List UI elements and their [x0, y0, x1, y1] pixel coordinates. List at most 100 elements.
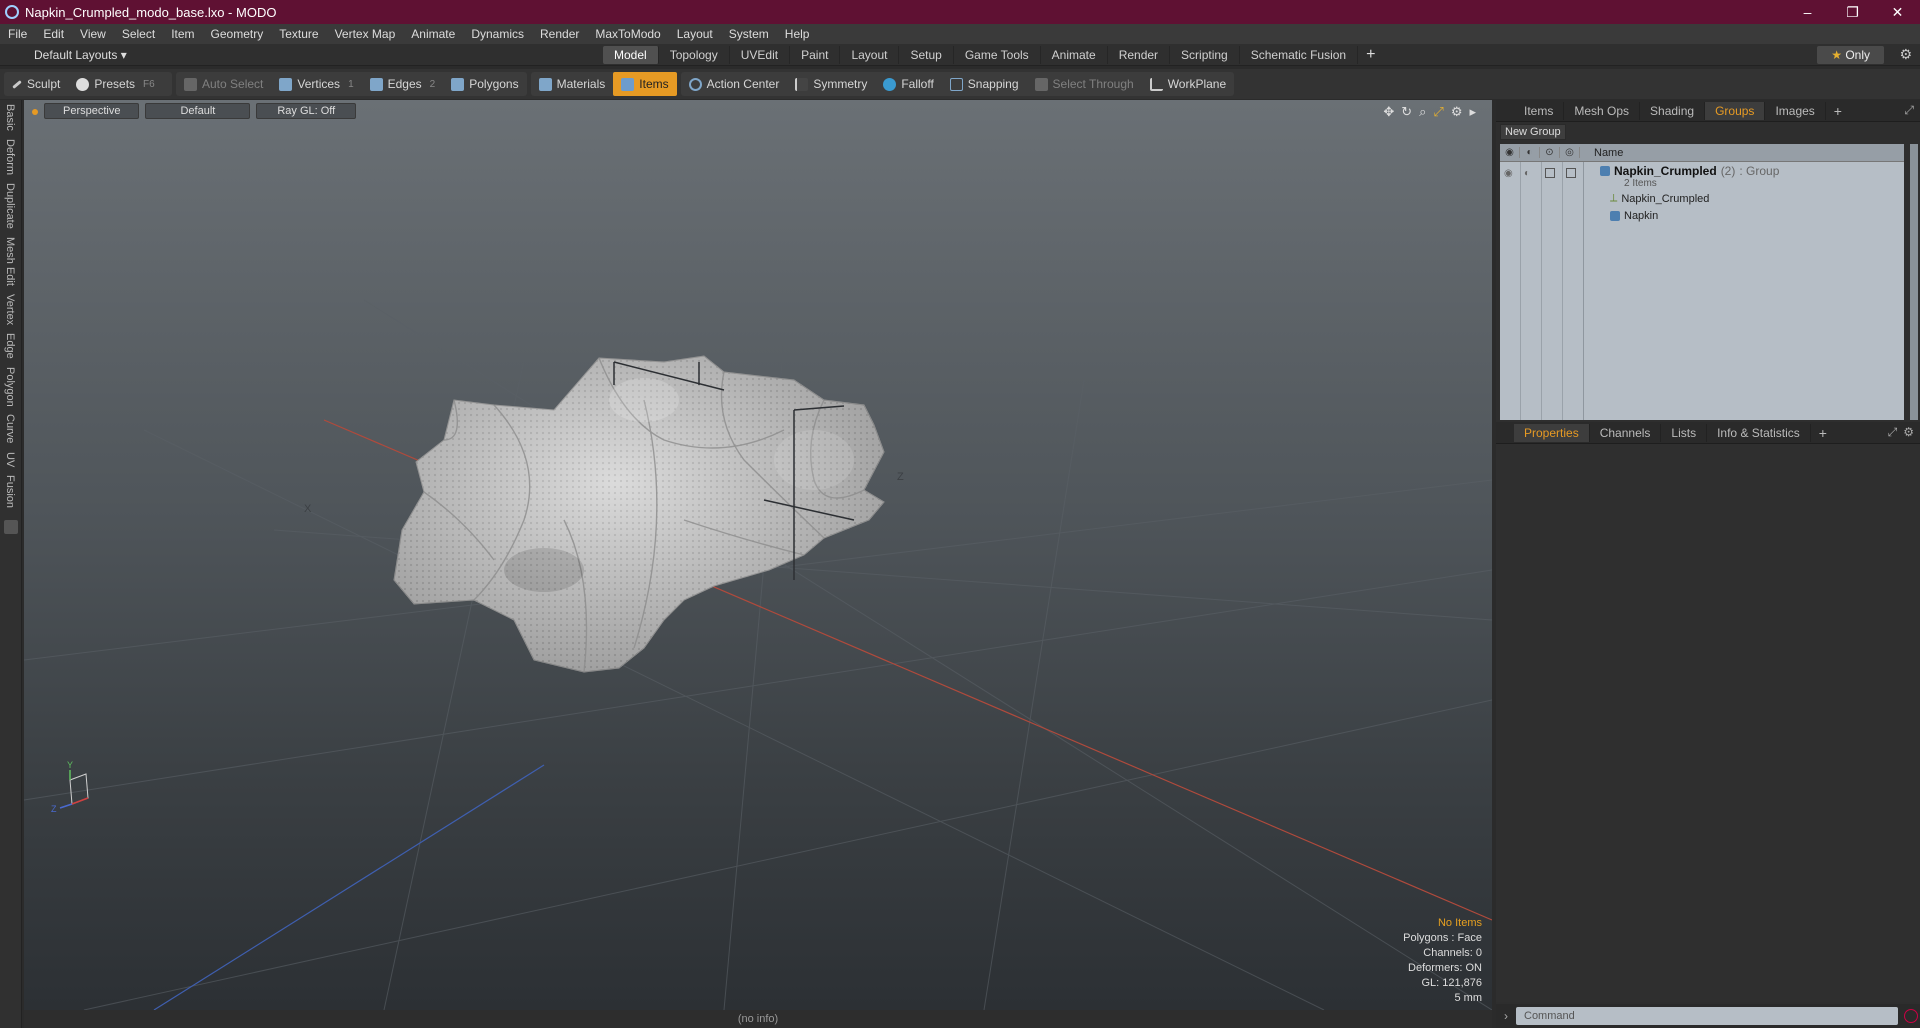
- menu-system[interactable]: System: [721, 24, 777, 44]
- view-type-dropdown[interactable]: Perspective: [44, 103, 140, 119]
- tab-uvedit[interactable]: UVEdit: [730, 46, 791, 64]
- menu-help[interactable]: Help: [777, 24, 818, 44]
- tab-schematic-fusion[interactable]: Schematic Fusion: [1240, 46, 1359, 64]
- tab-render[interactable]: Render: [1108, 46, 1171, 64]
- vertices-button[interactable]: Vertices 1: [271, 72, 361, 96]
- presets-button[interactable]: Presets F6: [68, 72, 162, 96]
- tab-shading[interactable]: Shading: [1640, 101, 1706, 120]
- tab-paint[interactable]: Paint: [790, 46, 841, 64]
- menu-edit[interactable]: Edit: [35, 24, 72, 44]
- fit-icon[interactable]: ⤢: [1433, 104, 1443, 120]
- tab-game-tools[interactable]: Game Tools: [954, 46, 1041, 64]
- falloff-button[interactable]: Falloff: [875, 72, 941, 96]
- menu-maxtomodo[interactable]: MaxToModo: [587, 24, 668, 44]
- minimize-button[interactable]: –: [1785, 0, 1830, 24]
- tab-deform[interactable]: Deform: [4, 135, 16, 179]
- add-panel-tab-button[interactable]: +: [1826, 103, 1850, 119]
- viewport-expand-icon[interactable]: ▸: [1469, 104, 1476, 120]
- symmetry-button[interactable]: Symmetry: [787, 72, 875, 96]
- gear-icon[interactable]: ⚙: [1899, 46, 1912, 63]
- menu-layout[interactable]: Layout: [669, 24, 721, 44]
- tab-images[interactable]: Images: [1765, 101, 1826, 120]
- tab-curve[interactable]: Curve: [4, 410, 16, 447]
- tab-info-statistics[interactable]: Info & Statistics: [1707, 423, 1811, 442]
- menu-item[interactable]: Item: [163, 24, 202, 44]
- sculpt-button[interactable]: Sculpt: [4, 72, 68, 96]
- add-bottom-tab-button[interactable]: +: [1811, 425, 1835, 441]
- layout-selector[interactable]: Default Layouts ▾: [34, 48, 127, 62]
- panel-expand-icon[interactable]: ⤢: [1904, 103, 1914, 118]
- tab-model[interactable]: Model: [603, 46, 659, 64]
- select-column-icon[interactable]: ◎: [1560, 147, 1580, 158]
- tab-mesh-ops[interactable]: Mesh Ops: [1564, 101, 1641, 120]
- new-group-button[interactable]: New Group: [1500, 124, 1566, 140]
- close-button[interactable]: ✕: [1875, 0, 1920, 24]
- tab-fusion[interactable]: Fusion: [4, 471, 16, 512]
- bottom-expand-icon[interactable]: ⤢: [1888, 425, 1898, 440]
- items-button[interactable]: Items: [613, 72, 677, 96]
- tab-scripting[interactable]: Scripting: [1170, 46, 1240, 64]
- snapping-button[interactable]: Snapping: [942, 72, 1027, 96]
- menu-geometry[interactable]: Geometry: [203, 24, 272, 44]
- tab-vertex[interactable]: Vertex: [4, 290, 16, 329]
- viewport-options-icon[interactable]: [32, 109, 38, 115]
- menu-render[interactable]: Render: [532, 24, 587, 44]
- deformers-stat: Deformers: ON: [1408, 962, 1482, 974]
- materials-button[interactable]: Materials: [531, 72, 614, 96]
- tab-mesh-edit[interactable]: Mesh Edit: [4, 233, 16, 290]
- tab-duplicate[interactable]: Duplicate: [4, 179, 16, 233]
- group-visibility-eye-icon[interactable]: ◉: [1504, 168, 1513, 179]
- modo-logo-icon: [5, 5, 19, 19]
- zoom-icon[interactable]: ⌕: [1419, 104, 1426, 120]
- tab-lists[interactable]: Lists: [1661, 423, 1708, 442]
- select-through-button[interactable]: Select Through: [1027, 72, 1142, 96]
- restore-button[interactable]: ❐: [1830, 0, 1875, 24]
- list-item-napkin-mesh[interactable]: Napkin: [1610, 210, 1658, 222]
- edges-button[interactable]: Edges 2: [362, 72, 444, 96]
- auto-select-button[interactable]: Auto Select: [176, 72, 271, 96]
- polygons-button[interactable]: Polygons: [443, 72, 526, 96]
- group-select-checkbox[interactable]: [1566, 168, 1576, 178]
- pan-icon[interactable]: ✥: [1383, 104, 1394, 120]
- menu-dynamics[interactable]: Dynamics: [463, 24, 532, 44]
- tab-layout[interactable]: Layout: [840, 46, 900, 64]
- stop-icon[interactable]: [1904, 1009, 1918, 1023]
- visibility-column-icon[interactable]: ◉: [1500, 147, 1520, 158]
- workplane-button[interactable]: WorkPlane: [1142, 72, 1234, 96]
- action-center-button[interactable]: Action Center: [681, 72, 788, 96]
- tab-topology[interactable]: Topology: [659, 46, 730, 64]
- viewport-settings-icon[interactable]: ⚙: [1451, 104, 1463, 120]
- groups-scrollbar[interactable]: [1910, 144, 1918, 420]
- raygl-dropdown[interactable]: Ray GL: Off: [256, 103, 357, 119]
- tab-edge[interactable]: Edge: [4, 329, 16, 363]
- menu-file[interactable]: File: [0, 24, 35, 44]
- bottom-settings-icon[interactable]: ⚙: [1903, 425, 1914, 440]
- tab-polygon[interactable]: Polygon: [4, 363, 16, 411]
- menu-vertex-map[interactable]: Vertex Map: [327, 24, 404, 44]
- tab-animate[interactable]: Animate: [1041, 46, 1108, 64]
- rotate-icon[interactable]: ↻: [1401, 104, 1412, 120]
- tab-groups[interactable]: Groups: [1705, 101, 1766, 120]
- command-input[interactable]: Command: [1516, 1007, 1898, 1025]
- tab-setup[interactable]: Setup: [899, 46, 954, 64]
- only-toggle[interactable]: ★ Only: [1817, 46, 1884, 64]
- tab-uv[interactable]: UV: [4, 448, 16, 471]
- group-render-icon[interactable]: ◐: [1524, 168, 1530, 179]
- group-lock-checkbox[interactable]: [1545, 168, 1555, 178]
- list-item-napkin-crumpled-locator[interactable]: ⟂ Napkin_Crumpled: [1610, 192, 1709, 205]
- menu-texture[interactable]: Texture: [271, 24, 326, 44]
- tab-items[interactable]: Items: [1514, 101, 1565, 120]
- group-row-napkin-crumpled[interactable]: Napkin_Crumpled (2) : Group: [1600, 164, 1779, 178]
- menu-animate[interactable]: Animate: [403, 24, 463, 44]
- tab-properties[interactable]: Properties: [1514, 423, 1590, 442]
- render-column-icon[interactable]: ◐: [1520, 147, 1540, 158]
- shading-dropdown[interactable]: Default: [145, 103, 251, 119]
- expand-tabs-button[interactable]: [4, 520, 18, 535]
- add-layout-tab-button[interactable]: +: [1358, 46, 1383, 64]
- menu-view[interactable]: View: [72, 24, 114, 44]
- tab-channels[interactable]: Channels: [1590, 423, 1662, 442]
- lock-column-icon[interactable]: ⊙: [1540, 147, 1560, 158]
- tab-basic[interactable]: Basic: [4, 100, 16, 135]
- menu-select[interactable]: Select: [114, 24, 163, 44]
- 3d-viewport[interactable]: X Z Y Z Perspective Default Ray GL: Off …: [24, 100, 1492, 1010]
